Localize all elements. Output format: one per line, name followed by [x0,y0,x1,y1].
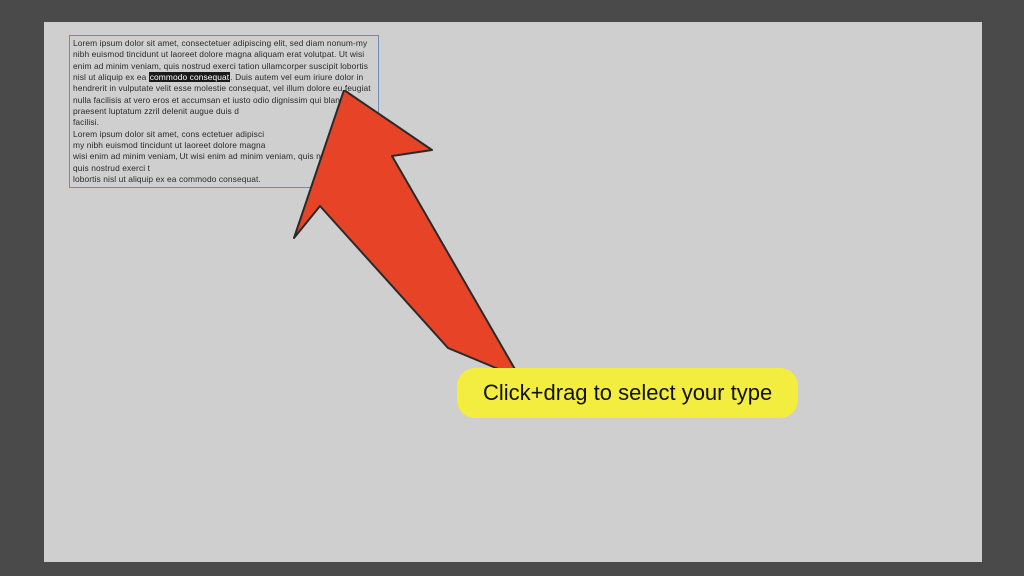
paragraph-2-line2[interactable]: my nibh euismod tincidunt ut laoreet dol… [73,140,266,150]
paragraph-2-tail[interactable]: Ut wisi enim ad minim veniam, quis nostr… [180,151,375,162]
paragraph-2-line3[interactable]: wisi enim ad minim veniam, quis nostrud … [73,151,178,172]
callout-text: Click+drag to select your type [483,380,772,405]
paragraph-1-tail2[interactable]: facilisi. [73,117,99,127]
paragraph-2-line1[interactable]: Lorem ipsum dolor sit amet, cons ectetue… [73,129,264,139]
selected-text[interactable]: commodo consequat [149,72,230,82]
document-canvas: Lorem ipsum dolor sit amet, consectetuer… [44,22,982,562]
paragraph-3[interactable]: lobortis nisl ut aliquip ex ea commodo c… [73,174,261,184]
text-frame[interactable]: Lorem ipsum dolor sit amet, consectetuer… [69,35,379,188]
instruction-callout: Click+drag to select your type [457,368,798,418]
